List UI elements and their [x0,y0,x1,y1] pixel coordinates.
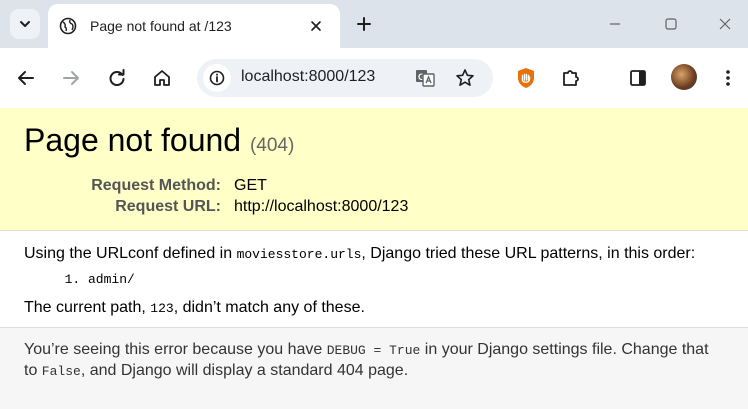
new-tab-button[interactable] [352,12,376,36]
window-close-button[interactable] [713,12,737,36]
current-path: 123 [150,301,174,316]
back-icon [17,69,35,87]
maximize-icon [664,17,678,31]
minimize-button[interactable] [603,12,627,36]
urlconf-line: Using the URLconf defined in moviesstore… [24,244,724,265]
explanation-part1: You’re seeing this error because you hav… [24,341,327,358]
globe-icon [58,16,78,36]
site-info-icon[interactable] [203,64,231,92]
close-icon[interactable] [306,16,326,36]
plus-icon [356,16,372,32]
star-icon[interactable] [453,66,477,90]
address-bar[interactable]: localhost:8000/123 G [197,59,493,97]
current-path-prefix: The current path, [24,299,151,316]
tab-search-button[interactable] [10,9,40,39]
reload-button[interactable] [105,66,129,90]
avatar[interactable] [671,64,697,90]
address-url: localhost:8000/123 [241,68,376,85]
error-info: Using the URLconf defined in moviesstore… [0,231,748,328]
menu-button[interactable] [716,66,740,90]
url-patterns-list: admin/ [24,271,724,289]
side-panel-button[interactable] [626,66,650,90]
back-button[interactable] [14,66,38,90]
maximize-button[interactable] [659,12,683,36]
current-path-suffix: , didn’t match any of these. [173,299,365,316]
page-content: Page not found (404) Request Method: GET… [0,108,748,409]
forward-button[interactable] [59,66,83,90]
extension-shield-icon [515,67,537,89]
request-url-label: Request URL: [115,198,221,215]
tab-strip: Page not found at /123 [0,0,748,48]
browser-toolbar: localhost:8000/123 G [0,48,748,108]
debug-setting: DEBUG = True [326,343,421,358]
false-value: False [41,364,81,379]
error-explanation: You’re seeing this error because you hav… [0,328,748,409]
explanation-part3: , and Django will display a standard 404… [80,362,409,379]
tab-title: Page not found at /123 [90,18,232,34]
extensions-button[interactable] [559,66,583,90]
home-button[interactable] [150,66,174,90]
error-title: Page not found [24,122,242,158]
urlconf-name: moviesstore.urls [236,247,362,262]
side-panel-icon [629,69,647,87]
urlconf-suffix: , Django tried these URL patterns, in th… [361,245,696,262]
request-method-value: GET [234,177,267,194]
url-pattern-item: admin/ [88,271,724,289]
home-icon [153,69,171,87]
status-code: (404) [249,135,295,156]
minimize-icon [608,17,622,31]
more-vert-icon [725,69,731,87]
request-method-row: Request Method: GET [24,175,724,196]
close-icon [718,17,732,31]
page-title: Page not found (404) [24,122,724,164]
request-url-row: Request URL: http://localhost:8000/123 [24,196,724,217]
reload-icon [108,69,126,87]
translate-icon[interactable]: G [413,66,437,90]
chevron-down-icon [18,17,32,31]
extension-button[interactable] [514,66,538,90]
error-summary: Page not found (404) Request Method: GET… [0,108,748,231]
current-path-line: The current path, 123, didn’t match any … [24,298,724,319]
request-url-value: http://localhost:8000/123 [234,198,409,215]
tab-active[interactable]: Page not found at /123 [48,4,340,48]
request-meta: Request Method: GET Request URL: http://… [24,175,724,217]
request-method-label: Request Method: [91,177,221,194]
puzzle-icon [561,68,581,88]
forward-icon [62,69,80,87]
urlconf-prefix: Using the URLconf defined in [24,245,237,262]
